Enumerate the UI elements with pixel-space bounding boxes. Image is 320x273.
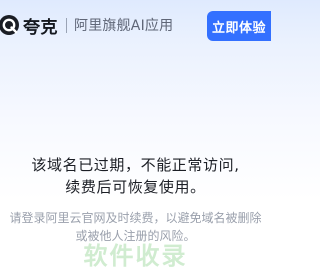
brand-divider [66,17,67,33]
renewal-note-line: 或被他人注册的风险。 [75,229,196,243]
quark-logo-icon [0,14,20,36]
expired-message: 该域名已过期，不能正常访问, 续费后可恢复使用。 [0,154,271,198]
watermark-text: 软件收录 [83,242,188,270]
renewal-note: 请登录阿里云官网及时续费，以避免域名被删除 或被他人注册的风险。 [0,209,271,245]
try-now-button[interactable]: 立即体验 [207,11,271,41]
top-bar: 夸克 阿里旗舰AI应用 立即体验 [0,0,271,52]
brand-logo[interactable]: 夸克 阿里旗舰AI应用 [0,13,174,38]
brand-name: 夸克 [23,17,58,38]
expired-message-line: 续费后可恢复使用。 [65,178,206,196]
brand-tagline: 阿里旗舰AI应用 [74,18,174,34]
renewal-note-line: 请登录阿里云官网及时续费，以避免域名被删除 [9,211,262,225]
expired-message-line: 该域名已过期，不能正常访问, [31,156,240,174]
